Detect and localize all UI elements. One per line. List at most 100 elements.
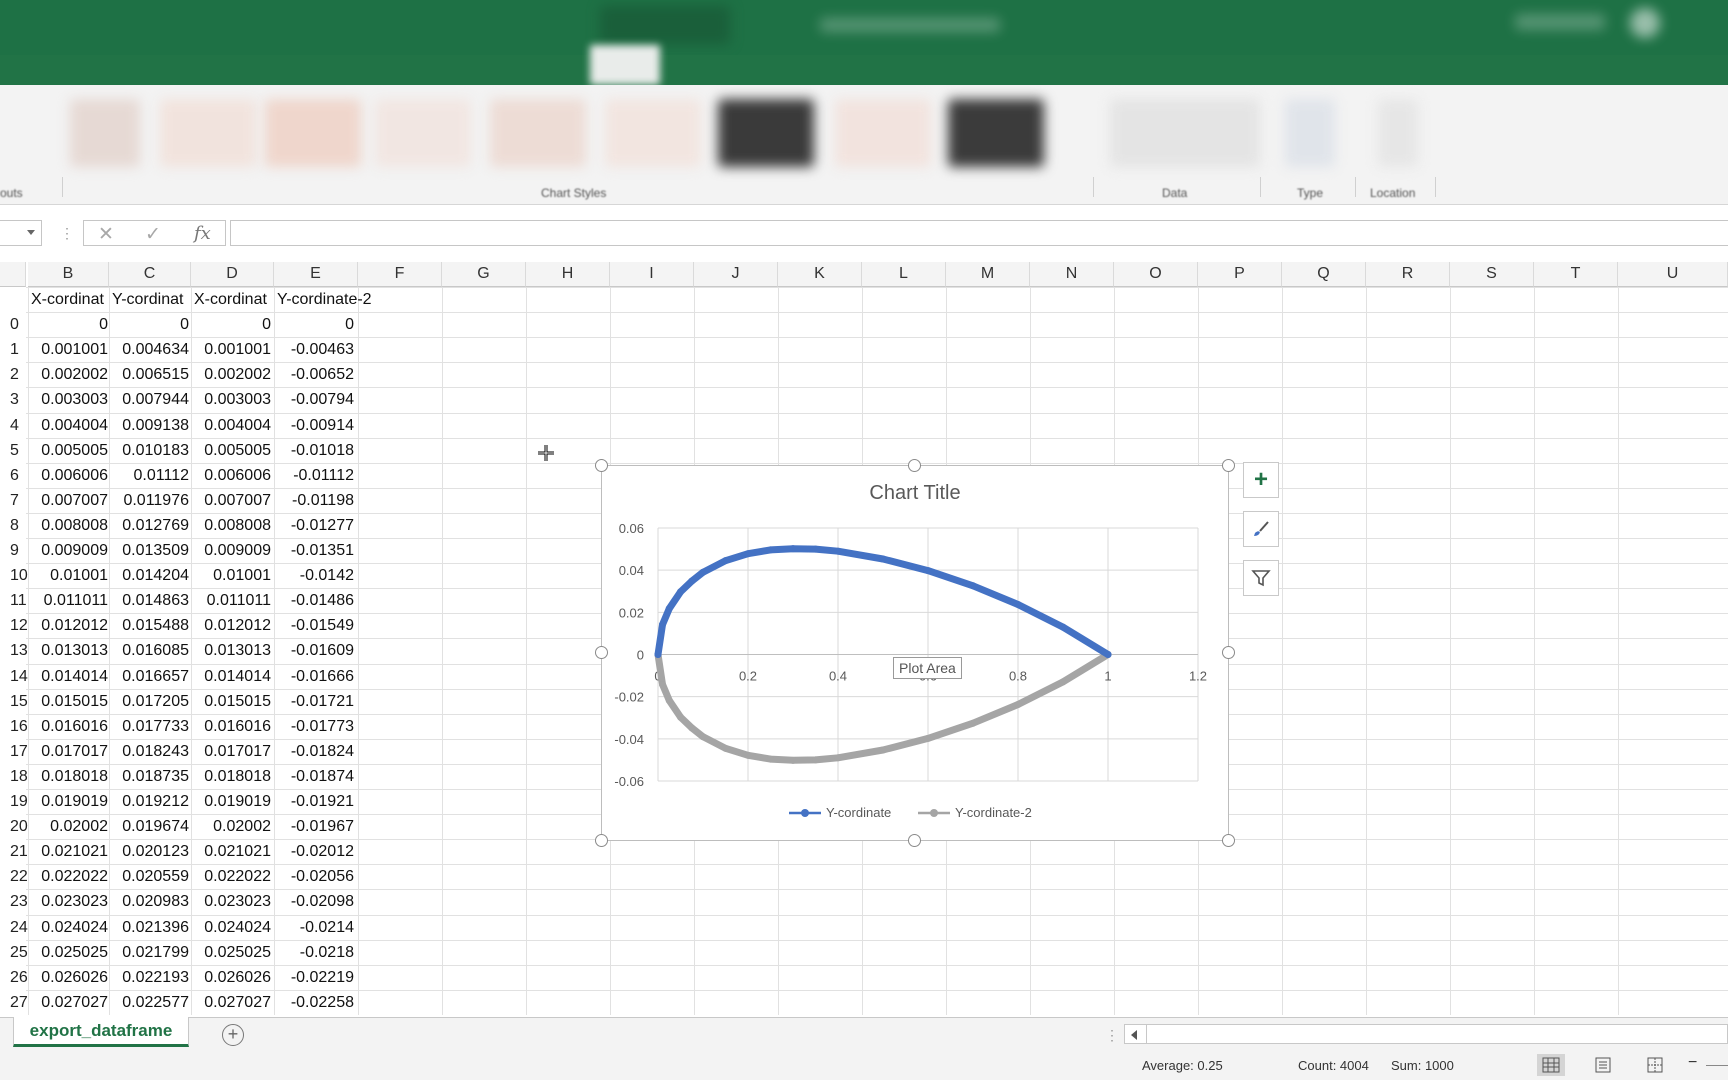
table-cell[interactable]: 0.023023 (191, 889, 274, 914)
table-cell[interactable]: -0.01921 (274, 789, 357, 814)
table-cell[interactable]: 0.022577 (109, 990, 192, 1015)
table-cell[interactable]: 0 (274, 312, 357, 337)
table-cell[interactable]: -0.02012 (274, 839, 357, 864)
column-header-i[interactable]: I (610, 262, 694, 287)
table-cell[interactable]: 0.021396 (109, 915, 192, 940)
table-cell[interactable]: 0.011011 (191, 588, 274, 613)
column-header-m[interactable]: M (946, 262, 1030, 287)
row-number[interactable]: 11 (0, 588, 27, 613)
cancel-icon[interactable]: ✕ (98, 223, 114, 246)
table-cell[interactable]: -0.01198 (274, 488, 357, 513)
column-header-o[interactable]: O (1114, 262, 1198, 287)
row-number[interactable]: 13 (0, 638, 28, 663)
table-cell[interactable]: 0.025025 (28, 940, 111, 965)
table-cell[interactable]: 0.018735 (109, 764, 192, 789)
column-header-g[interactable]: G (442, 262, 526, 287)
chart-style-thumb[interactable] (490, 99, 586, 167)
table-cell[interactable]: -0.02098 (274, 889, 357, 914)
table-cell[interactable]: 0 (191, 312, 274, 337)
resize-handle-bottom-left[interactable] (595, 834, 608, 847)
table-cell[interactable]: 0.02002 (28, 814, 111, 839)
table-cell[interactable]: -0.02258 (274, 990, 357, 1015)
row-number[interactable]: 12 (0, 613, 28, 638)
column-header-j[interactable]: J (694, 262, 778, 287)
column-header-b[interactable]: B (28, 262, 109, 287)
table-cell[interactable]: 0.004634 (109, 337, 192, 362)
table-cell[interactable]: 0.009009 (28, 538, 111, 563)
table-cell[interactable]: 0.005005 (191, 438, 274, 463)
table-cell[interactable]: 0.003003 (191, 387, 274, 412)
table-cell[interactable]: 0.014014 (28, 664, 111, 689)
table-cell[interactable]: 0.019674 (109, 814, 192, 839)
table-cell[interactable]: 0.001001 (28, 337, 111, 362)
table-cell[interactable]: 0.021799 (109, 940, 192, 965)
ribbon-tab-strip[interactable] (0, 45, 1728, 85)
table-cell[interactable]: 0.016085 (109, 638, 192, 663)
select-all-corner[interactable] (0, 262, 26, 287)
row-number[interactable]: 2 (0, 362, 24, 387)
row-number[interactable]: 14 (0, 664, 28, 689)
table-cell[interactable]: 0.019019 (191, 789, 274, 814)
table-cell[interactable]: -0.01486 (274, 588, 357, 613)
table-cell[interactable]: 0.007007 (28, 488, 111, 513)
page-break-view-button[interactable] (1641, 1054, 1669, 1076)
table-cell[interactable]: 0.012012 (28, 613, 111, 638)
type-group-button[interactable] (1285, 99, 1335, 167)
column-header-t[interactable]: T (1534, 262, 1618, 287)
table-cell[interactable]: 0.006515 (109, 362, 192, 387)
row-number[interactable]: 9 (0, 538, 24, 563)
data-group-buttons[interactable] (1110, 99, 1260, 167)
table-cell[interactable]: -0.0218 (274, 940, 357, 965)
table-cell[interactable]: 0.015015 (28, 689, 111, 714)
zoom-slider[interactable] (1706, 1065, 1728, 1066)
table-cell[interactable]: 0.013013 (191, 638, 274, 663)
table-cell[interactable]: 0.004004 (28, 413, 111, 438)
table-cell[interactable]: 0.007944 (109, 387, 192, 412)
resize-handle-top-right[interactable] (1222, 459, 1235, 472)
table-cell[interactable]: 0.017733 (109, 714, 192, 739)
table-cell[interactable]: 0.023023 (28, 889, 111, 914)
table-cell[interactable]: 0.026026 (191, 965, 274, 990)
table-cell[interactable]: 0.013509 (109, 538, 192, 563)
tab-scroll-more[interactable]: ⋮ (1105, 1027, 1119, 1044)
resize-handle-bottom-right[interactable] (1222, 834, 1235, 847)
ribbon-active-tab[interactable] (590, 45, 660, 85)
table-cell[interactable]: 0.022193 (109, 965, 192, 990)
enter-icon[interactable]: ✓ (145, 223, 161, 246)
table-cell[interactable]: 0 (28, 312, 111, 337)
zoom-out-button[interactable]: − (1688, 1054, 1697, 1072)
table-cell[interactable]: 0.02002 (191, 814, 274, 839)
row-number[interactable]: 19 (0, 789, 28, 814)
row-number[interactable]: 16 (0, 714, 28, 739)
table-cell[interactable]: 0.01112 (109, 463, 192, 488)
table-cell[interactable]: 0.014014 (191, 664, 274, 689)
table-cell[interactable]: -0.00652 (274, 362, 357, 387)
column-header-e[interactable]: E (274, 262, 358, 287)
horizontal-scrollbar[interactable] (1124, 1024, 1728, 1044)
table-cell[interactable]: 0.022022 (28, 864, 111, 889)
table-cell[interactable]: 0.004004 (191, 413, 274, 438)
table-cell[interactable]: 0.025025 (191, 940, 274, 965)
row-number[interactable]: 21 (0, 839, 28, 864)
row-number[interactable]: 22 (0, 864, 28, 889)
table-cell[interactable]: 0.012769 (109, 513, 192, 538)
column-header-h[interactable]: H (526, 262, 610, 287)
column-header-q[interactable]: Q (1282, 262, 1366, 287)
table-cell[interactable]: 0.006006 (191, 463, 274, 488)
row-number[interactable]: 6 (0, 463, 24, 488)
table-cell[interactable]: 0.015488 (109, 613, 192, 638)
table-cell[interactable]: -0.02219 (274, 965, 357, 990)
resize-handle-right[interactable] (1222, 646, 1235, 659)
insert-function-icon[interactable]: fx (194, 223, 211, 244)
table-cell[interactable]: 0.008008 (28, 513, 111, 538)
row-number[interactable]: 24 (0, 915, 28, 940)
row-number[interactable]: 7 (0, 488, 24, 513)
table-cell[interactable]: -0.0142 (274, 563, 357, 588)
row-number[interactable]: 4 (0, 413, 24, 438)
row-number[interactable]: 23 (0, 889, 28, 914)
table-cell[interactable]: 0.009009 (191, 538, 274, 563)
table-cell[interactable]: 0.018018 (28, 764, 111, 789)
table-cell[interactable]: 0.014204 (109, 563, 192, 588)
chart-filters-button[interactable] (1243, 560, 1279, 596)
chart-style-thumb[interactable] (718, 99, 814, 167)
